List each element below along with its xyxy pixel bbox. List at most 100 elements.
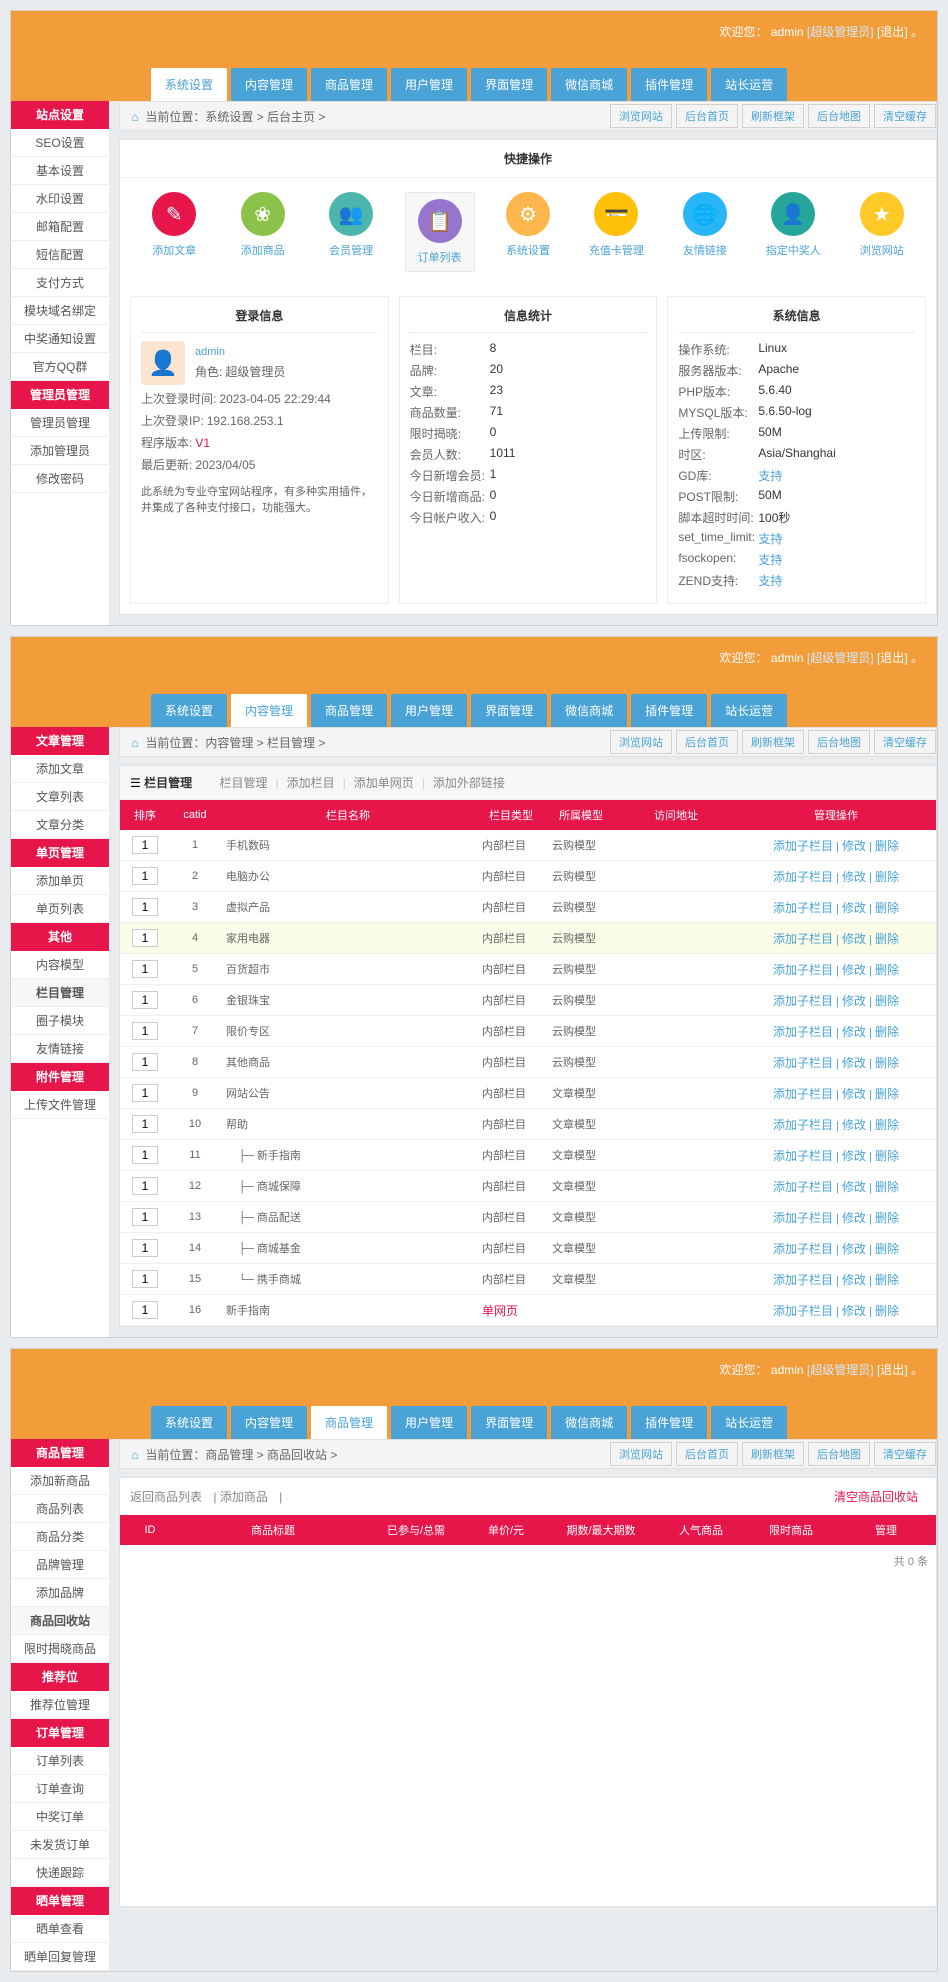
row-action[interactable]: 删除 — [875, 963, 899, 977]
side-item[interactable]: 友情链接 — [11, 1035, 109, 1063]
tab-0[interactable]: 系统设置 — [151, 1406, 227, 1439]
quicklink[interactable]: 后台地图 — [808, 104, 870, 128]
sort-input[interactable] — [132, 836, 158, 854]
row-action[interactable]: 修改 — [842, 870, 866, 884]
side-item[interactable]: 添加单页 — [11, 867, 109, 895]
row-action[interactable]: 修改 — [842, 1149, 866, 1163]
quicklink[interactable]: 刷新框架 — [742, 730, 804, 754]
sort-input[interactable] — [132, 1146, 158, 1164]
tab-5[interactable]: 微信商城 — [551, 694, 627, 727]
tab-7[interactable]: 站长运营 — [711, 68, 787, 101]
sublink[interactable]: 栏目管理 — [219, 776, 267, 790]
tab-1[interactable]: 内容管理 — [231, 1406, 307, 1439]
row-action[interactable]: 添加子栏目 — [773, 963, 833, 977]
side-item[interactable]: 未发货订单 — [11, 1831, 109, 1859]
row-action[interactable]: 删除 — [875, 901, 899, 915]
shortcut[interactable]: 👤指定中奖人 — [758, 192, 828, 272]
side-item[interactable]: SEO设置 — [11, 129, 109, 157]
tab-1[interactable]: 内容管理 — [231, 68, 307, 101]
row-action[interactable]: 修改 — [842, 901, 866, 915]
tab-4[interactable]: 界面管理 — [471, 694, 547, 727]
side-item[interactable]: 支付方式 — [11, 269, 109, 297]
side-item[interactable]: 基本设置 — [11, 157, 109, 185]
quicklink[interactable]: 后台地图 — [808, 1442, 870, 1466]
shortcut[interactable]: 👥会员管理 — [316, 192, 386, 272]
row-action[interactable]: 添加子栏目 — [773, 1149, 833, 1163]
side-item[interactable]: 限时揭晓商品 — [11, 1635, 109, 1663]
tab-7[interactable]: 站长运营 — [711, 1406, 787, 1439]
side-item[interactable]: 晒单回复管理 — [11, 1943, 109, 1971]
shortcut[interactable]: ✎添加文章 — [139, 192, 209, 272]
tab-1[interactable]: 内容管理 — [231, 694, 307, 727]
sort-input[interactable] — [132, 991, 158, 1009]
side-item[interactable]: 单页列表 — [11, 895, 109, 923]
tab-6[interactable]: 插件管理 — [631, 68, 707, 101]
row-action[interactable]: 添加子栏目 — [773, 1056, 833, 1070]
row-action[interactable]: 删除 — [875, 1304, 899, 1318]
user-link[interactable]: admin — [771, 651, 804, 665]
tab-2[interactable]: 商品管理 — [311, 1406, 387, 1439]
row-action[interactable]: 修改 — [842, 1304, 866, 1318]
side-item[interactable]: 中奖通知设置 — [11, 325, 109, 353]
side-item[interactable]: 管理员管理 — [11, 409, 109, 437]
subtab[interactable]: 返回商品列表 — [130, 1490, 202, 1504]
home-icon[interactable]: ⌂ — [128, 736, 142, 750]
row-action[interactable]: 修改 — [842, 1056, 866, 1070]
row-action[interactable]: 删除 — [875, 1180, 899, 1194]
shortcut[interactable]: ⚙系统设置 — [493, 192, 563, 272]
sort-input[interactable] — [132, 960, 158, 978]
side-item[interactable]: 短信配置 — [11, 241, 109, 269]
row-action[interactable]: 修改 — [842, 1211, 866, 1225]
side-item[interactable]: 修改密码 — [11, 465, 109, 493]
row-action[interactable]: 删除 — [875, 994, 899, 1008]
user-link[interactable]: admin — [771, 25, 804, 39]
side-item[interactable]: 推荐位管理 — [11, 1691, 109, 1719]
row-action[interactable]: 修改 — [842, 1273, 866, 1287]
home-icon[interactable]: ⌂ — [128, 1448, 142, 1462]
tab-4[interactable]: 界面管理 — [471, 68, 547, 101]
quicklink[interactable]: 浏览网站 — [610, 1442, 672, 1466]
row-action[interactable]: 删除 — [875, 1149, 899, 1163]
side-item[interactable]: 商品列表 — [11, 1495, 109, 1523]
row-action[interactable]: 删除 — [875, 1118, 899, 1132]
sublink[interactable]: 添加外部链接 — [433, 776, 505, 790]
sublink[interactable]: 添加单网页 — [354, 776, 414, 790]
quicklink[interactable]: 清空缓存 — [874, 104, 936, 128]
sort-input[interactable] — [132, 1208, 158, 1226]
sort-input[interactable] — [132, 1115, 158, 1133]
side-item[interactable]: 水印设置 — [11, 185, 109, 213]
tab-4[interactable]: 界面管理 — [471, 1406, 547, 1439]
shortcut[interactable]: 💳充值卡管理 — [581, 192, 651, 272]
row-action[interactable]: 添加子栏目 — [773, 1025, 833, 1039]
row-action[interactable]: 修改 — [842, 1025, 866, 1039]
sort-input[interactable] — [132, 1177, 158, 1195]
tab-3[interactable]: 用户管理 — [391, 68, 467, 101]
sort-input[interactable] — [132, 1301, 158, 1319]
row-action[interactable]: 删除 — [875, 870, 899, 884]
sort-input[interactable] — [132, 929, 158, 947]
tab-6[interactable]: 插件管理 — [631, 1406, 707, 1439]
side-item[interactable]: 添加新商品 — [11, 1467, 109, 1495]
quicklink[interactable]: 后台地图 — [808, 730, 870, 754]
sort-input[interactable] — [132, 867, 158, 885]
side-item[interactable]: 模块域名绑定 — [11, 297, 109, 325]
subtab[interactable]: 添加商品 — [220, 1490, 268, 1504]
tab-2[interactable]: 商品管理 — [311, 68, 387, 101]
shortcut[interactable]: 📋订单列表 — [405, 192, 475, 272]
tab-5[interactable]: 微信商城 — [551, 68, 627, 101]
quicklink[interactable]: 浏览网站 — [610, 730, 672, 754]
sort-input[interactable] — [132, 1084, 158, 1102]
row-action[interactable]: 删除 — [875, 1211, 899, 1225]
row-action[interactable]: 添加子栏目 — [773, 1087, 833, 1101]
side-item[interactable]: 商品分类 — [11, 1523, 109, 1551]
side-item[interactable]: 文章列表 — [11, 783, 109, 811]
side-item[interactable]: 文章分类 — [11, 811, 109, 839]
tab-3[interactable]: 用户管理 — [391, 1406, 467, 1439]
row-action[interactable]: 修改 — [842, 1087, 866, 1101]
row-action[interactable]: 删除 — [875, 1273, 899, 1287]
row-action[interactable]: 添加子栏目 — [773, 932, 833, 946]
tab-0[interactable]: 系统设置 — [151, 68, 227, 101]
quicklink[interactable]: 后台首页 — [676, 104, 738, 128]
side-item[interactable]: 官方QQ群 — [11, 353, 109, 381]
row-action[interactable]: 添加子栏目 — [773, 1242, 833, 1256]
